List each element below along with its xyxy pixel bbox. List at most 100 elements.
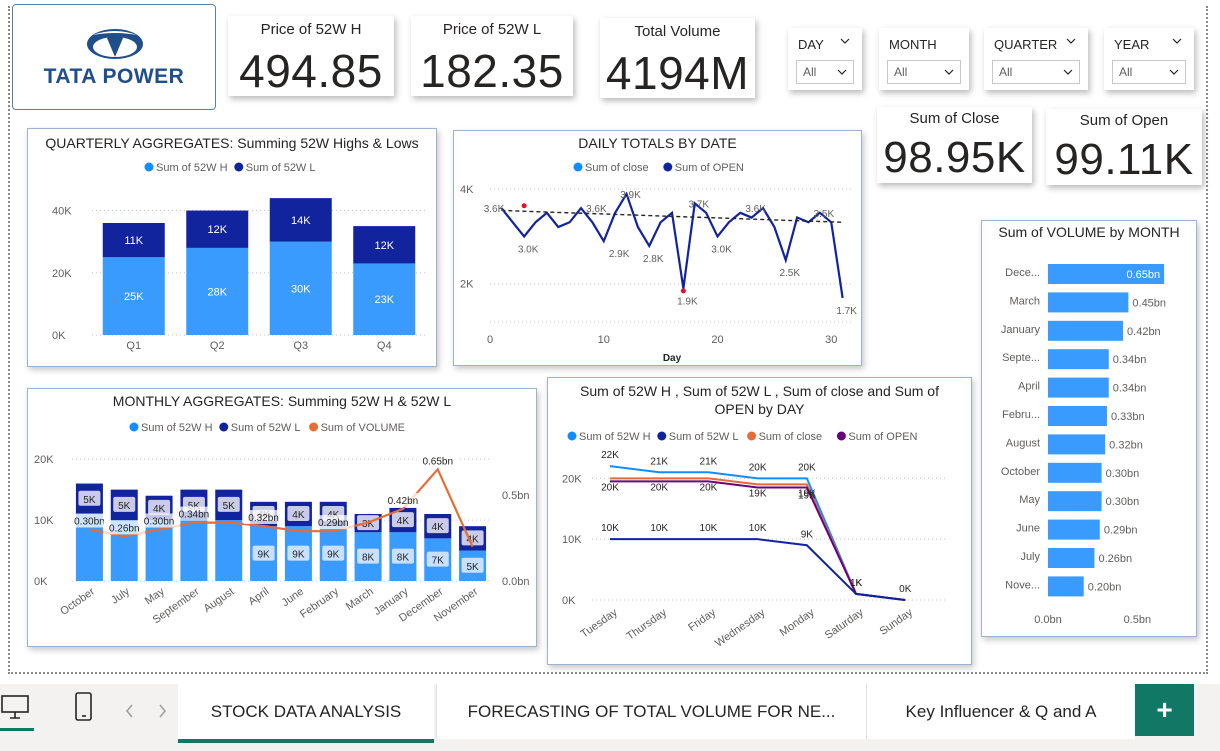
x-tick-label: Friday xyxy=(686,606,718,634)
bar-volume xyxy=(1048,320,1124,341)
slicer-dropdown[interactable]: All xyxy=(1112,60,1186,84)
tab-label: FORECASTING OF TOTAL VOLUME FOR NE... xyxy=(467,701,836,721)
page-navigation-bar: STOCK DATA ANALYSIS FORECASTING OF TOTAL… xyxy=(0,684,1220,751)
y-tick-label: Dece... xyxy=(1005,267,1040,279)
y-tick-label: 20K xyxy=(52,268,72,280)
x-tick-label: 10 xyxy=(598,334,610,346)
legend-label: Sum of 52W L xyxy=(669,431,739,443)
slicer-title: DAY xyxy=(798,37,824,52)
y-tick-label: 10K xyxy=(562,534,582,546)
chart-quarterly-aggregates[interactable]: QUARTERLY AGGREGATES: Summing 52W Highs … xyxy=(27,128,437,367)
bar-volume xyxy=(1048,519,1100,540)
slicer-dropdown[interactable]: All xyxy=(992,60,1080,84)
kpi-value: 182.35 xyxy=(420,45,564,97)
data-label: 3.6K xyxy=(745,204,766,215)
y-tick-label: March xyxy=(1009,295,1040,307)
quarterly-chart-svg[interactable]: Sum of 52W H Sum of 52W L 0K 20K 40K 25K 11K Q1… xyxy=(28,155,436,365)
chart-title: DAILY TOTALS BY DATE xyxy=(578,135,737,151)
chevron-down-icon[interactable] xyxy=(840,36,850,46)
legend-marker xyxy=(747,431,757,441)
add-page-button[interactable]: + xyxy=(1135,684,1194,736)
chevron-down-icon[interactable] xyxy=(1066,36,1076,46)
chart-title: Sum of 52W H , Sum of 52W L , Sum of clo… xyxy=(580,383,939,417)
legend-marker xyxy=(657,431,667,441)
bar-volume xyxy=(1048,406,1107,426)
kpi-title: Total Volume xyxy=(634,23,721,40)
data-label: 3.0K xyxy=(518,244,539,255)
bar-volume xyxy=(1048,491,1102,512)
data-label: 1.7K xyxy=(836,306,857,317)
y-tick-label: 0K xyxy=(34,576,48,588)
kpi-title: Price of 52W L xyxy=(442,21,542,38)
y-tick-label: 20K xyxy=(562,473,582,485)
chevron-right-icon[interactable] xyxy=(156,703,168,719)
legend-marker xyxy=(567,431,577,441)
y-tick-label: October xyxy=(1001,466,1040,478)
data-label: 28K xyxy=(207,286,227,298)
bar-volume xyxy=(1048,462,1102,483)
bar-52w-high xyxy=(215,520,243,581)
bar-volume xyxy=(1048,292,1129,313)
data-label: 10K xyxy=(700,523,718,534)
slicer-value: All xyxy=(803,65,817,79)
x-tick-label: Saturday xyxy=(823,606,866,641)
data-label: 0.34bn xyxy=(1113,383,1147,395)
kpi-card-total-volume: Total Volume 4194M xyxy=(600,18,755,99)
chart-daily-totals[interactable]: DAILY TOTALS BY DATE Sum of close Sum of … xyxy=(453,130,862,366)
data-label: 9K xyxy=(327,550,340,561)
x-tick-label: Q1 xyxy=(126,340,141,352)
y-tick-label: July xyxy=(1020,551,1040,563)
tab-forecasting[interactable]: FORECASTING OF TOTAL VOLUME FOR NE... xyxy=(436,684,866,739)
chevron-down-icon[interactable] xyxy=(1172,36,1182,46)
monthly-chart-svg[interactable]: Sum of 52W H Sum of 52W L Sum of VOLUME 0K 1… xyxy=(28,413,536,645)
kpi-title: Sum of Close xyxy=(909,110,1000,127)
chart-title: MONTHLY AGGREGATES: Summing 52W H & 52W … xyxy=(112,393,452,409)
data-label: 19K xyxy=(798,490,816,501)
slicer-quarter[interactable]: QUARTER All xyxy=(984,28,1088,90)
kpi-value: 99.11K xyxy=(1054,135,1194,184)
slicer-day[interactable]: DAY All xyxy=(788,28,862,90)
data-label: 0.29bn xyxy=(318,518,349,529)
byday-chart-svg[interactable]: Sum of 52W H Sum of 52W L Sum of close Sum … xyxy=(548,424,971,664)
chart-by-day[interactable]: Sum of 52W H , Sum of 52W L , Sum of clo… xyxy=(547,377,972,665)
slicer-dropdown[interactable]: All xyxy=(796,60,854,84)
data-label: 11K xyxy=(124,235,143,247)
data-label: 7K xyxy=(432,556,445,567)
chart-monthly-aggregates[interactable]: MONTHLY AGGREGATES: Summing 52W H & 52W … xyxy=(27,388,537,647)
chevron-left-icon[interactable] xyxy=(124,703,136,719)
tab-stock-data-analysis[interactable]: STOCK DATA ANALYSIS xyxy=(178,684,434,743)
slicer-dropdown[interactable]: All xyxy=(887,60,961,84)
chart-volume-by-month[interactable]: Sum of VOLUME by MONTH Dece... 0.65bn Marc… xyxy=(981,220,1197,637)
desktop-view-icon[interactable] xyxy=(0,694,32,720)
data-label: 10K xyxy=(650,523,668,534)
daily-chart-svg[interactable]: Sum of close Sum of OPEN 2K 4K 0 10 20 30 Day 3.6… xyxy=(454,155,861,365)
logo-card: TATA POWER xyxy=(12,4,216,110)
slicer-month[interactable]: MONTH All xyxy=(879,28,969,90)
data-label: 0.30bn xyxy=(74,516,105,527)
legend-label: Sum of OPEN xyxy=(848,431,917,443)
x-tick-label: 0.0bn xyxy=(1034,614,1062,626)
tab-key-influencer[interactable]: Key Influencer & Q and A xyxy=(866,684,1135,739)
x-tick-label: August xyxy=(202,586,237,615)
legend-label: Sum of 52W H xyxy=(156,162,228,174)
data-label: 2.8K xyxy=(643,254,664,265)
legend-marker xyxy=(129,422,139,432)
x-tick-label: July xyxy=(109,585,132,606)
kpi-value: 98.95K xyxy=(883,133,1026,182)
logo-text: TATA POWER xyxy=(43,65,185,88)
legend-marker xyxy=(219,422,229,432)
data-label: 21K xyxy=(700,456,718,467)
data-label: 0.33bn xyxy=(1111,411,1145,423)
bar-52w-high xyxy=(180,520,208,581)
legend-label: Sum of close xyxy=(759,431,823,443)
slicer-year[interactable]: YEAR All xyxy=(1104,28,1194,90)
volume-month-chart-svg[interactable]: Dece... 0.65bn March 0.45bn January 0.42bn Sep… xyxy=(982,243,1196,635)
tab-label: Key Influencer & Q and A xyxy=(905,701,1097,721)
data-label: 9K xyxy=(801,529,814,540)
line-sum-of-52w-l xyxy=(610,538,906,601)
data-label: 10K xyxy=(601,523,619,534)
x-tick-label: Monday xyxy=(778,606,817,639)
slicer-title: MONTH xyxy=(889,37,937,52)
data-label: 12K xyxy=(207,224,227,236)
mobile-view-icon[interactable] xyxy=(74,692,94,722)
